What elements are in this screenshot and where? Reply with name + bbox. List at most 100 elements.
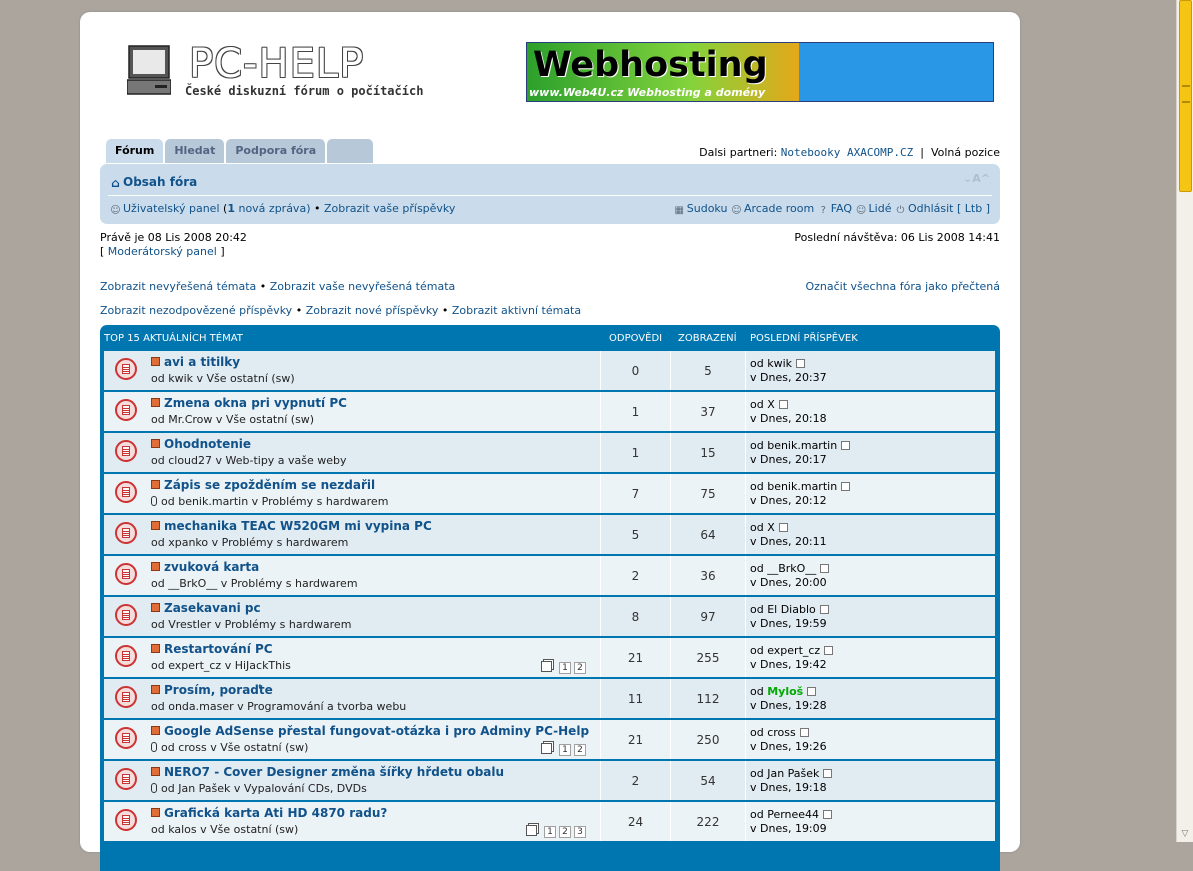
last-post-user[interactable]: od X [750, 521, 775, 534]
scroll-down-arrow-icon[interactable]: ▽ [1179, 828, 1191, 840]
table-row[interactable]: zvuková karta od __BrkO__ v Problémy s ha… [104, 556, 995, 595]
last-post-user[interactable]: od Jan Pašek [750, 767, 819, 780]
new-post-icon[interactable] [151, 644, 160, 653]
table-row[interactable]: Restartování PC od expert_cz v HiJackThis… [104, 638, 995, 677]
view-latest-post-icon[interactable] [824, 646, 834, 655]
last-post-user[interactable]: od benik.martin [750, 480, 837, 493]
last-post-user[interactable]: od benik.martin [750, 439, 837, 452]
view-latest-post-icon[interactable] [841, 441, 851, 450]
last-post-user[interactable]: od cross [750, 726, 796, 739]
table-row[interactable]: Google AdSense přestal fungovat-otázka i… [104, 720, 995, 759]
view-latest-post-icon[interactable] [823, 769, 833, 778]
topic-title-link[interactable]: Zápis se zpožděním se nezdařil [164, 478, 375, 492]
topic-author-forum[interactable]: od kalos v Vše ostatní (sw) [151, 823, 298, 836]
view-latest-post-icon[interactable] [820, 564, 830, 573]
topic-title-link[interactable]: NERO7 - Cover Designer změna šířky hřdet… [164, 765, 504, 779]
table-row[interactable]: Zmena okna pri vypnutí PC od Mr.Crow v Vš… [104, 392, 995, 431]
last-post-user[interactable]: od __BrkO__ [750, 562, 816, 575]
topic-title-link[interactable]: Grafická karta Ati HD 4870 radu? [164, 806, 387, 820]
view-latest-post-icon[interactable] [796, 359, 806, 368]
new-post-icon[interactable] [151, 603, 160, 612]
vertical-scrollbar[interactable]: ▽ [1176, 0, 1193, 842]
topic-title-link[interactable]: Ohodnotenie [164, 437, 251, 451]
logout-link[interactable]: Odhlásit [ Ltb ] [908, 202, 990, 215]
view-latest-post-icon[interactable] [778, 523, 788, 532]
topic-title-link[interactable]: Restartování PC [164, 642, 273, 656]
last-post-user[interactable]: od kwik [750, 357, 792, 370]
topic-title-link[interactable]: Zmena okna pri vypnutí PC [164, 396, 347, 410]
view-latest-post-icon[interactable] [819, 605, 829, 614]
tab-support[interactable]: Podpora fóra [226, 139, 326, 163]
table-row[interactable]: Zápis se zpožděním se nezdařil od benik.m… [104, 474, 995, 513]
page-link[interactable]: 2 [574, 662, 586, 674]
tab-forum[interactable]: Fórum [106, 139, 164, 163]
partner-link[interactable]: Notebooky AXACOMP.CZ [781, 146, 913, 159]
topic-author-forum[interactable]: od expert_cz v HiJackThis [151, 659, 291, 672]
table-row[interactable]: avi a titilky od kwik v Vše ostatní (sw) 0… [104, 351, 995, 390]
moderator-panel-link[interactable]: Moderátorský panel [108, 245, 217, 258]
page-link[interactable]: 1 [559, 662, 571, 674]
topic-author-forum[interactable]: od Vrestler v Problémy s hardwarem [151, 618, 351, 631]
tab-search[interactable]: Hledat [165, 139, 225, 163]
view-latest-post-icon[interactable] [807, 687, 817, 696]
people-link[interactable]: Lidé [869, 202, 892, 215]
topic-author-forum[interactable]: od kwik v Vše ostatní (sw) [151, 372, 295, 385]
new-posts-link[interactable]: Zobrazit nové příspěvky [306, 304, 439, 317]
topic-author-forum[interactable]: od Jan Pašek v Vypalování CDs, DVDs [161, 782, 367, 795]
user-panel-link[interactable]: Uživatelský panel [123, 202, 220, 215]
new-messages-link[interactable]: nová zpráva) [238, 202, 310, 215]
faq-link[interactable]: FAQ [831, 202, 852, 215]
new-post-icon[interactable] [151, 439, 160, 448]
mark-read-link[interactable]: Označit všechna fóra jako přečtená [805, 280, 1000, 293]
last-post-user[interactable]: od expert_cz [750, 644, 820, 657]
new-post-icon[interactable] [151, 685, 160, 694]
free-position-link[interactable]: Volná pozice [931, 146, 1000, 159]
last-post-user[interactable]: od X [750, 398, 775, 411]
unsolved-topics-link[interactable]: Zobrazit nevyřešená témata [100, 280, 256, 293]
topic-title-link[interactable]: mechanika TEAC W520GM mi vypina PC [164, 519, 432, 533]
table-row[interactable]: Zasekavani pc od Vrestler v Problémy s ha… [104, 597, 995, 636]
topic-author-forum[interactable]: od xpanko v Problémy s hardwarem [151, 536, 348, 549]
tab-empty[interactable] [327, 139, 374, 163]
view-latest-post-icon[interactable] [823, 810, 833, 819]
new-post-icon[interactable] [151, 767, 160, 776]
arcade-link[interactable]: Arcade room [744, 202, 814, 215]
view-latest-post-icon[interactable] [778, 400, 788, 409]
topic-author-forum[interactable]: od onda.maser v Programování a tvorba we… [151, 700, 406, 713]
table-row[interactable]: Grafická karta Ati HD 4870 radu? od kalos… [104, 802, 995, 841]
last-post-user[interactable]: od Pernee44 [750, 808, 819, 821]
font-size-controls[interactable]: ⌄A^ [963, 172, 990, 185]
topic-author-forum[interactable]: od __BrkO__ v Problémy s hardwarem [151, 577, 358, 590]
new-post-icon[interactable] [151, 398, 160, 407]
page-link[interactable]: 1 [559, 744, 571, 756]
page-link[interactable]: 2 [559, 826, 571, 838]
last-post-user[interactable]: Myloš [767, 685, 803, 698]
unanswered-posts-link[interactable]: Zobrazit nezodpovězené příspěvky [100, 304, 292, 317]
scrollbar-thumb[interactable] [1179, 0, 1192, 192]
topic-title-link[interactable]: Google AdSense přestal fungovat-otázka i… [164, 724, 589, 738]
table-row[interactable]: Prosím, poraďte od onda.maser v Programov… [104, 679, 995, 718]
new-post-icon[interactable] [151, 480, 160, 489]
table-row[interactable]: mechanika TEAC W520GM mi vypina PC od xpa… [104, 515, 995, 554]
topic-author-forum[interactable]: od cloud27 v Web-tipy a vaše weby [151, 454, 347, 467]
new-post-icon[interactable] [151, 808, 160, 817]
my-unsolved-topics-link[interactable]: Zobrazit vaše nevyřešená témata [270, 280, 456, 293]
new-post-icon[interactable] [151, 562, 160, 571]
new-messages-count[interactable]: 1 [227, 202, 235, 215]
new-post-icon[interactable] [151, 726, 160, 735]
breadcrumb-forum-index[interactable]: Obsah fóra [123, 175, 197, 189]
webhosting-banner[interactable]: Webhosting www.Web4U.cz Webhosting a dom… [526, 42, 994, 102]
table-row[interactable]: NERO7 - Cover Designer změna šířky hřdet… [104, 761, 995, 800]
sudoku-link[interactable]: Sudoku [687, 202, 728, 215]
new-post-icon[interactable] [151, 357, 160, 366]
view-my-posts-link[interactable]: Zobrazit vaše příspěvky [324, 202, 455, 215]
topic-author-forum[interactable]: od benik.martin v Problémy s hardwarem [161, 495, 388, 508]
topic-title-link[interactable]: Zasekavani pc [164, 601, 261, 615]
new-post-icon[interactable] [151, 521, 160, 530]
page-link[interactable]: 1 [544, 826, 556, 838]
topic-author-forum[interactable]: od cross v Vše ostatní (sw) [161, 741, 308, 754]
page-link[interactable]: 3 [574, 826, 586, 838]
active-topics-link[interactable]: Zobrazit aktivní témata [452, 304, 581, 317]
topic-title-link[interactable]: Prosím, poraďte [164, 683, 273, 697]
view-latest-post-icon[interactable] [841, 482, 851, 491]
